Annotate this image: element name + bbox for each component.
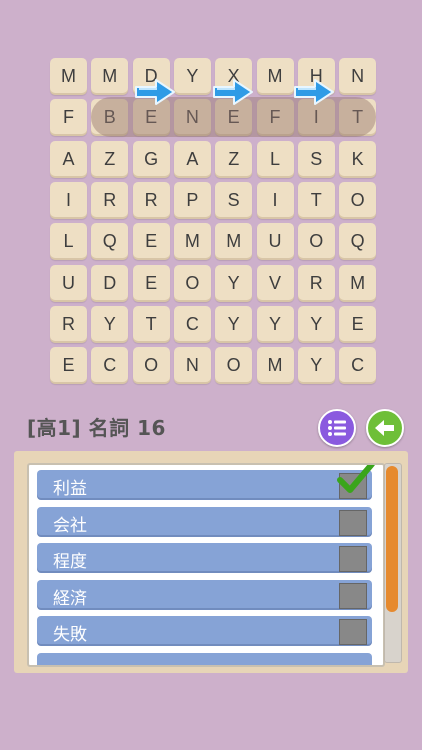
- scrollbar-thumb[interactable]: [386, 466, 398, 612]
- letter-tile[interactable]: Y: [91, 305, 129, 343]
- letter-tile[interactable]: P: [173, 181, 211, 219]
- word-checkbox: [339, 582, 367, 609]
- letter-tile[interactable]: Y: [173, 58, 211, 95]
- word-label: 会社: [53, 515, 87, 536]
- letter-tile[interactable]: L: [50, 223, 87, 261]
- letter-tile[interactable]: R: [297, 264, 335, 302]
- letter-tile[interactable]: M: [173, 223, 211, 261]
- letter-tile[interactable]: O: [132, 347, 170, 385]
- letter-tile[interactable]: E: [50, 347, 87, 385]
- letter-tile[interactable]: C: [173, 305, 211, 343]
- letter-tile[interactable]: A: [50, 140, 87, 178]
- list-item[interactable]: 経済: [37, 579, 372, 610]
- letter-tile[interactable]: U: [256, 223, 294, 261]
- word-checkbox: [339, 619, 367, 645]
- letter-tile[interactable]: O: [215, 347, 253, 385]
- letter-tile[interactable]: Z: [91, 140, 129, 178]
- letter-tile[interactable]: T: [297, 181, 335, 219]
- letter-tile[interactable]: S: [297, 140, 335, 178]
- hint-arrow-icon: [213, 79, 253, 105]
- list-item[interactable]: 程度: [37, 543, 372, 573]
- checkmark-icon: [337, 465, 375, 493]
- letter-tile[interactable]: K: [339, 140, 377, 178]
- letter-tile[interactable]: T: [132, 305, 170, 343]
- letter-tile[interactable]: O: [173, 264, 211, 302]
- letter-tile[interactable]: M: [256, 347, 294, 385]
- list-item[interactable]: [37, 652, 372, 665]
- letter-tile[interactable]: E: [132, 264, 170, 302]
- letter-tile[interactable]: F: [50, 99, 87, 137]
- letter-tile[interactable]: Y: [256, 305, 294, 343]
- list-icon: [328, 420, 346, 436]
- letter-tile[interactable]: C: [339, 347, 377, 385]
- letter-tile[interactable]: Q: [339, 223, 377, 261]
- letter-tile[interactable]: I: [50, 181, 87, 219]
- letter-tile[interactable]: M: [215, 223, 253, 261]
- letter-tile[interactable]: E: [132, 223, 170, 261]
- letter-tile[interactable]: O: [297, 223, 335, 261]
- back-button[interactable]: [366, 409, 404, 447]
- word-label: 経済: [53, 588, 87, 609]
- word-checkbox: [339, 546, 367, 572]
- letter-tile[interactable]: R: [91, 181, 129, 219]
- letter-tile[interactable]: A: [173, 140, 211, 178]
- letter-tile[interactable]: M: [50, 58, 87, 95]
- letter-tile[interactable]: Q: [91, 223, 129, 261]
- list-item[interactable]: 失敗: [37, 616, 372, 646]
- arrow-left-icon: [375, 420, 394, 436]
- letter-tile[interactable]: M: [339, 264, 377, 302]
- word-list[interactable]: 利益会社程度経済失敗: [27, 463, 385, 667]
- letter-tile[interactable]: M: [256, 58, 294, 95]
- letter-tile[interactable]: Y: [297, 305, 335, 343]
- letter-tile[interactable]: E: [339, 305, 377, 343]
- word-label: 利益: [53, 479, 87, 499]
- list-item[interactable]: 会社: [37, 506, 372, 537]
- letter-tile[interactable]: V: [256, 264, 294, 302]
- word-label: 失敗: [53, 625, 87, 645]
- list-item[interactable]: 利益: [37, 465, 375, 500]
- letter-tile[interactable]: S: [215, 181, 253, 219]
- letter-tile[interactable]: Z: [215, 140, 253, 178]
- word-checkbox: [339, 509, 367, 536]
- hint-arrow-icon: [294, 79, 334, 105]
- letter-tile[interactable]: U: [50, 264, 87, 302]
- hint-arrow-icon: [135, 79, 175, 105]
- letter-tile[interactable]: L: [256, 140, 294, 178]
- level-title: [高1] 名詞 16: [27, 416, 166, 440]
- letter-tile[interactable]: R: [132, 181, 170, 219]
- letter-tile[interactable]: N: [339, 58, 377, 95]
- word-label: 程度: [53, 552, 87, 572]
- letter-tile[interactable]: R: [50, 305, 87, 343]
- letter-tile[interactable]: Y: [215, 305, 253, 343]
- letter-tile[interactable]: I: [256, 181, 294, 219]
- letter-tile[interactable]: Y: [215, 264, 253, 302]
- letter-tile[interactable]: O: [339, 181, 377, 219]
- word-list-button[interactable]: [318, 409, 356, 447]
- letter-tile[interactable]: M: [91, 58, 129, 95]
- letter-tile[interactable]: G: [132, 140, 170, 178]
- letter-tile[interactable]: C: [91, 347, 129, 385]
- letter-tile[interactable]: N: [173, 347, 211, 385]
- letter-tile[interactable]: Y: [297, 347, 335, 385]
- letter-tile[interactable]: D: [91, 264, 129, 302]
